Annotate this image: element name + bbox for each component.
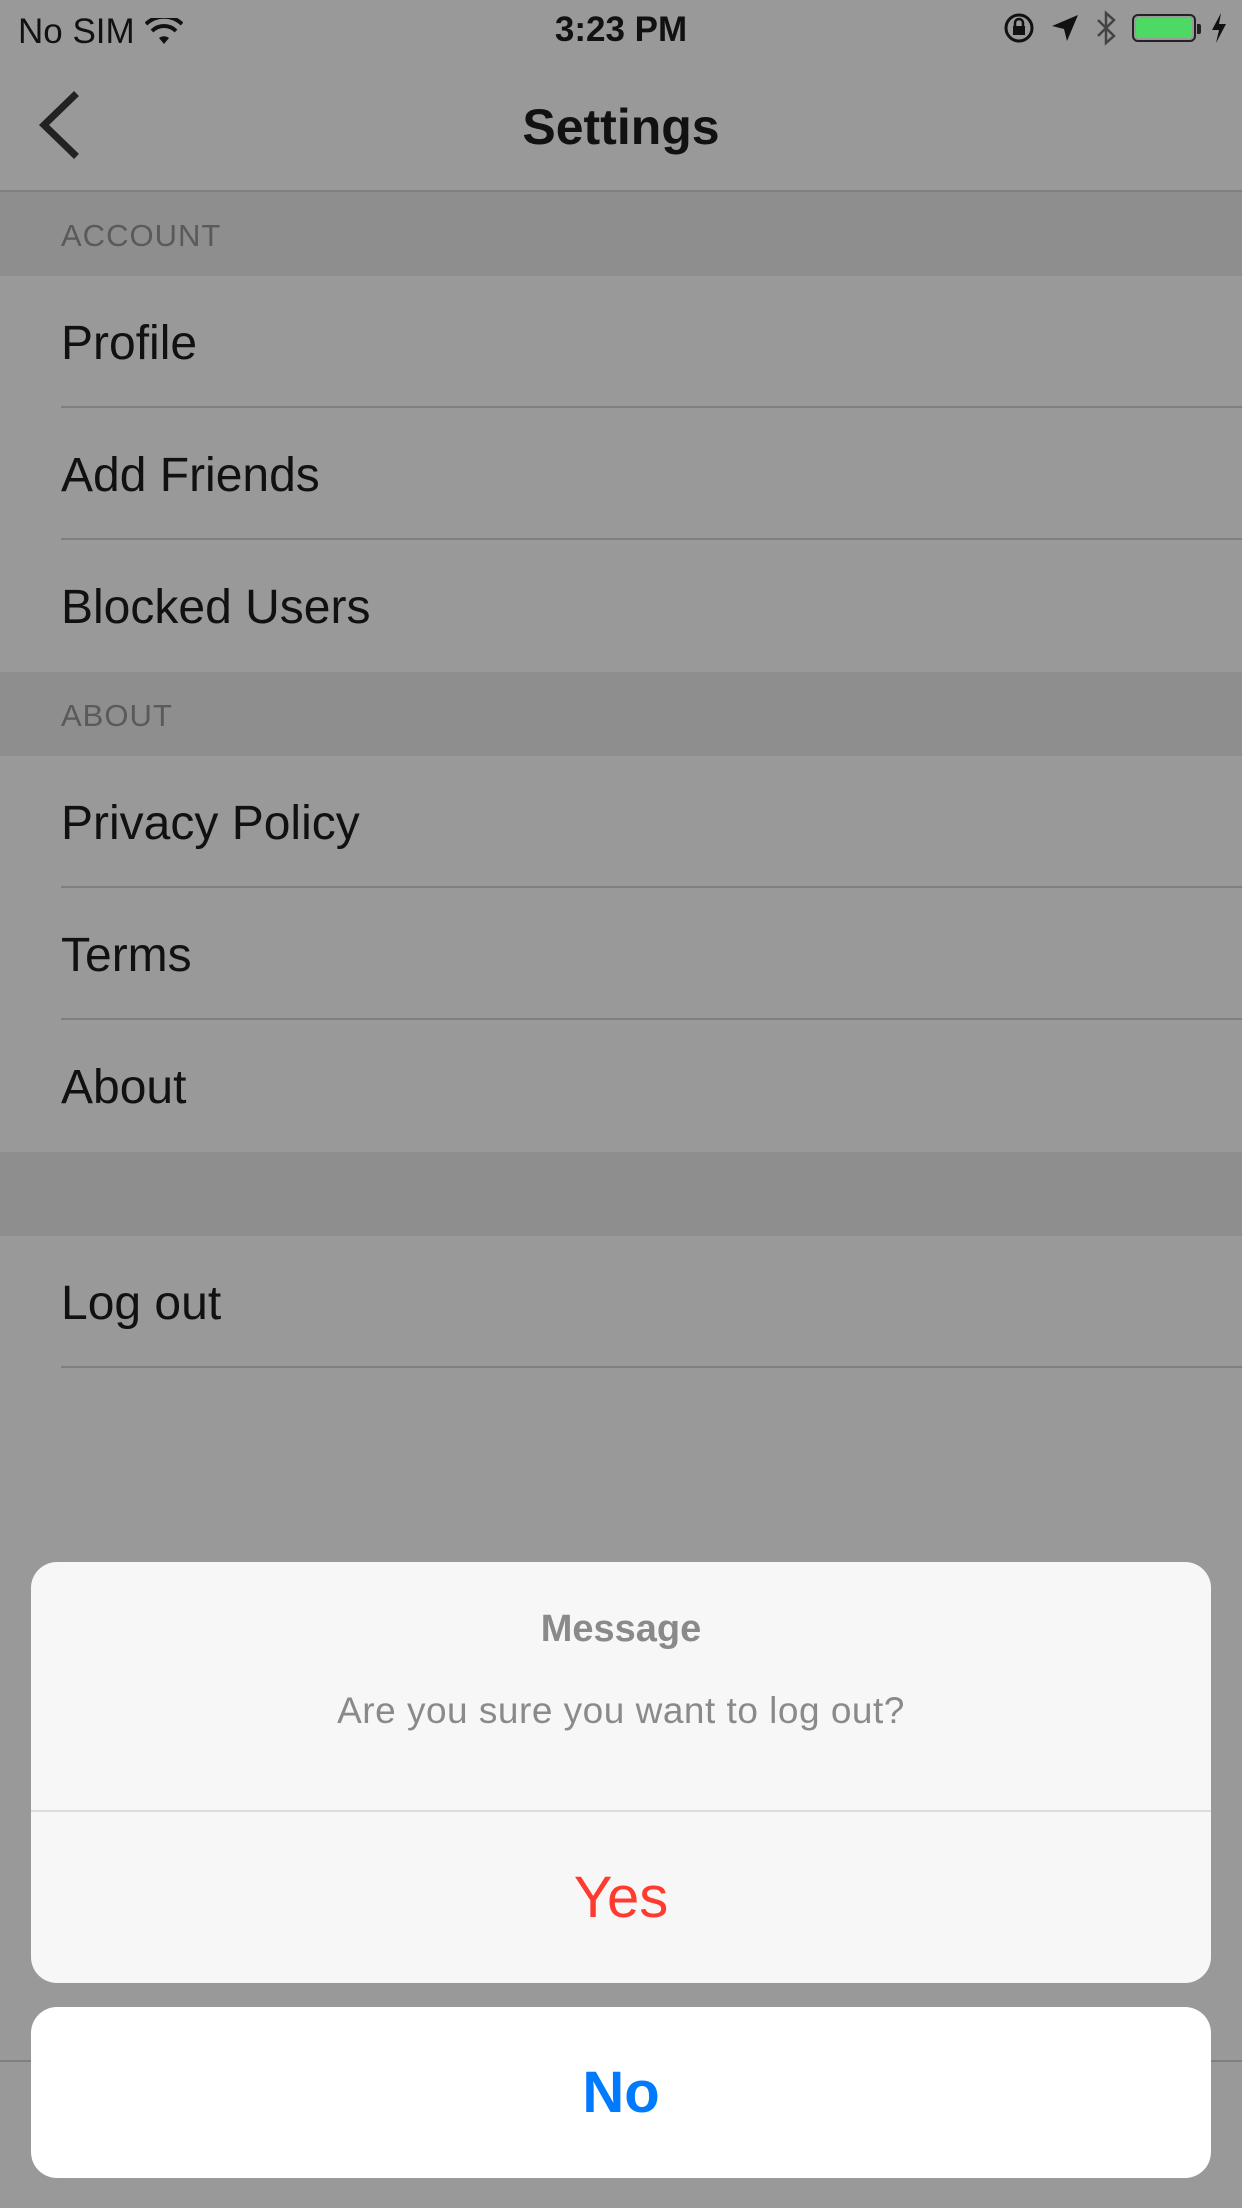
- settings-row-profile[interactable]: Profile: [0, 276, 1242, 408]
- charging-bolt-icon: [1212, 13, 1226, 43]
- status-bar: No SIM 3:23 PM: [0, 0, 1242, 60]
- row-label: Profile: [61, 317, 198, 370]
- row-label: Terms: [61, 929, 192, 982]
- bluetooth-icon: [1097, 10, 1116, 46]
- status-right: [1002, 10, 1228, 46]
- section-spacer: [0, 1152, 1242, 1236]
- section-header-account: ACCOUNT: [0, 192, 1242, 276]
- navigation-bar: Settings: [0, 60, 1242, 192]
- orientation-lock-icon: [1004, 13, 1034, 43]
- battery-icon: [1132, 14, 1201, 42]
- alert-message: Are you sure you want to log out?: [337, 1690, 905, 1731]
- row-label: Add Friends: [61, 449, 320, 502]
- section-header-label: ACCOUNT: [61, 218, 222, 253]
- settings-row-log-out[interactable]: Log out: [0, 1236, 1242, 1368]
- settings-row-privacy-policy[interactable]: Privacy Policy: [0, 756, 1242, 888]
- settings-row-blocked-users[interactable]: Blocked Users: [0, 540, 1242, 672]
- settings-row-terms[interactable]: Terms: [0, 888, 1242, 1020]
- settings-row-about[interactable]: About: [0, 1020, 1242, 1152]
- page-title: Settings: [522, 99, 720, 155]
- row-label: Privacy Policy: [61, 797, 360, 850]
- settings-row-add-friends[interactable]: Add Friends: [0, 408, 1242, 540]
- location-arrow-icon: [1052, 15, 1078, 41]
- logout-action-sheet: Message Are you sure you want to log out…: [31, 1562, 1211, 1983]
- row-label: Blocked Users: [61, 581, 371, 634]
- battery-cap: [1197, 24, 1201, 34]
- row-divider: [61, 1366, 1242, 1368]
- section-header-label: ABOUT: [61, 698, 173, 733]
- row-label: About: [61, 1061, 187, 1114]
- section-header-about: ABOUT: [0, 672, 1242, 756]
- cancel-logout-button[interactable]: No: [31, 2007, 1211, 2178]
- confirm-logout-button[interactable]: Yes: [31, 1812, 1211, 1983]
- row-label: Log out: [61, 1277, 222, 1330]
- alert-title: Message: [540, 1608, 702, 1650]
- battery-fill: [1136, 18, 1192, 38]
